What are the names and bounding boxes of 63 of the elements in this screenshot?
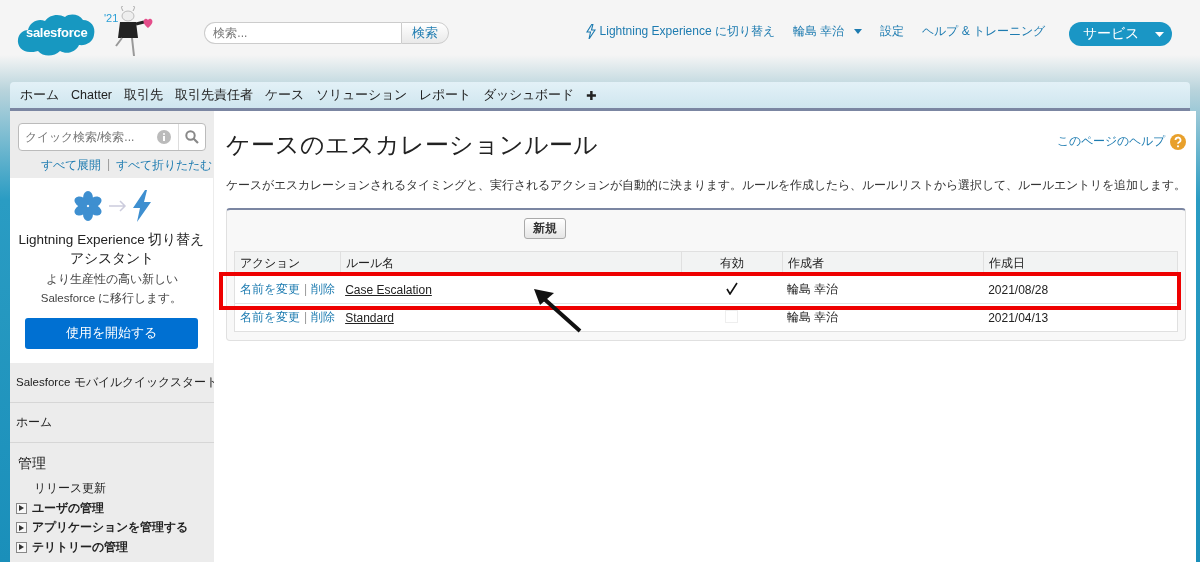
header-link[interactable]: Lightning Experience に切り替え [585, 23, 775, 40]
column-header: 有効 [719, 257, 744, 269]
expand-all-link[interactable]: すべて展開 [40, 157, 101, 174]
nav-tab[interactable]: ✚ [580, 87, 603, 103]
section-heading: 管理 [17, 455, 47, 473]
rule-name-link[interactable]: Standard [345, 310, 394, 325]
search-icon[interactable] [185, 130, 199, 144]
delete-link[interactable]: 削除 [311, 310, 336, 324]
expand-toggle-icon[interactable] [16, 522, 27, 534]
separator: | [304, 310, 308, 324]
new-button[interactable]: 新規 [524, 218, 566, 239]
caret-icon [1155, 31, 1164, 37]
logo-text: salesforce [26, 25, 88, 40]
tree-item[interactable]: アプリケーションを管理する [32, 520, 188, 536]
header-link[interactable]: ヘルプ & トレーニング [922, 23, 1045, 40]
caret-icon [854, 29, 863, 34]
table-cell: 輪島 幸治 [787, 282, 839, 296]
arrow-right-icon [108, 200, 127, 212]
table-cell: 2021/08/28 [988, 282, 1049, 297]
expand-toggle-icon[interactable] [16, 502, 27, 514]
promo-text: より生産性の高い新しい Salesforce に移行します。 [39, 272, 184, 306]
tree-item[interactable]: テリトリーの管理 [32, 539, 128, 555]
nav-tab[interactable]: ケース [259, 86, 310, 104]
delete-link[interactable]: 削除 [311, 282, 336, 296]
nav-tab[interactable]: 取引先 [118, 86, 169, 104]
page-title: ケースのエスカレーションルール [226, 130, 598, 160]
search-field[interactable]: 検索... [204, 22, 402, 44]
lightning-bolt-icon [132, 190, 151, 222]
release-label: '21 [104, 12, 119, 24]
quick-search-box[interactable]: クイック検索/検索... [18, 123, 206, 151]
rename-link[interactable]: 名前を変更 [240, 282, 300, 296]
info-icon [157, 130, 171, 144]
lightning-icon [585, 24, 596, 39]
nav-tab[interactable]: ダッシュボード [477, 86, 580, 104]
get-started-button[interactable]: 使用を開始する [25, 318, 198, 349]
user-menu[interactable]: 輪島 幸治 [793, 23, 863, 40]
nav-tab[interactable]: 取引先責任者 [169, 86, 259, 104]
table-cell: 輪島 幸治 [787, 310, 839, 324]
header-link[interactable]: 設定 [880, 23, 905, 40]
nav-tab[interactable]: ソリューション [310, 86, 413, 104]
pointer-arrow [534, 289, 582, 333]
rename-link[interactable]: 名前を変更 [240, 310, 300, 324]
help-link[interactable]: このページのヘルプ [1057, 133, 1186, 150]
nav-tab[interactable]: Chatter [65, 88, 118, 102]
nav-tab[interactable]: ホーム [14, 86, 65, 104]
flower-icon [72, 191, 103, 221]
help-icon [1170, 133, 1186, 150]
column-header: 作成日 [988, 257, 1025, 269]
table-cell: 2021/04/13 [988, 310, 1049, 325]
column-header: 作成者 [787, 257, 824, 269]
collapse-all-link[interactable]: すべて折りたたむ [116, 157, 212, 174]
expand-toggle-icon[interactable] [16, 541, 27, 553]
separator: | [304, 282, 308, 296]
search-button[interactable]: 検索 [401, 22, 450, 44]
nav-tab[interactable]: レポート [413, 86, 477, 104]
tree-item[interactable]: リリース更新 [34, 481, 106, 497]
column-header: アクション [240, 257, 300, 269]
tree-item[interactable]: ユーザの管理 [32, 500, 104, 516]
promo-title: Lightning Experience 切り替えアシスタント [18, 231, 205, 268]
column-header: ルール名 [345, 257, 394, 269]
description-text: ケースがエスカレーションされるタイミングと、実行されるアクションが自動的に決まります。ルールを作成したら、ルールリストから選択して、ルールエントリを追加します。 [226, 177, 1186, 194]
separator: | [106, 157, 110, 173]
rule-name-link[interactable]: Case Escalation [345, 282, 432, 297]
